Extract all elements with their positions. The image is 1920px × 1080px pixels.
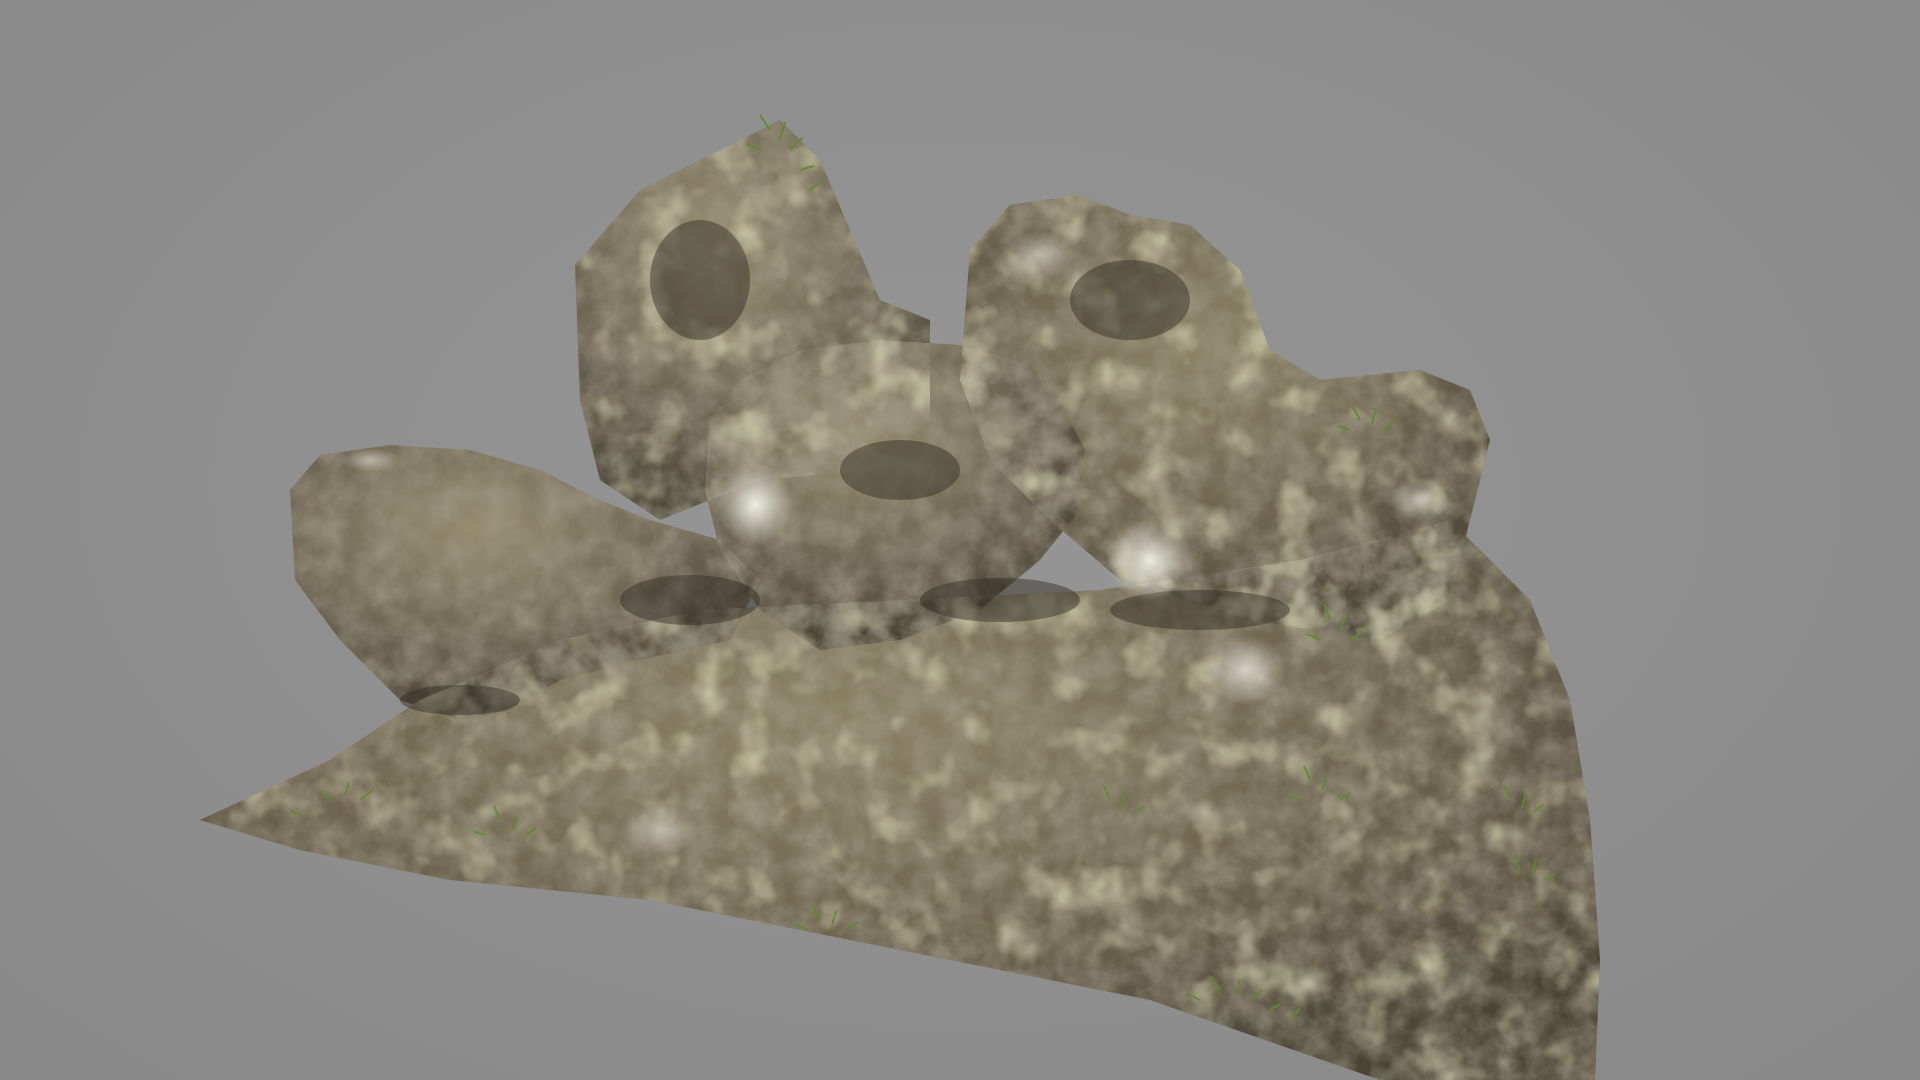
3d-viewport[interactable] [0,0,1920,1080]
rock-model-render [200,114,1600,1080]
